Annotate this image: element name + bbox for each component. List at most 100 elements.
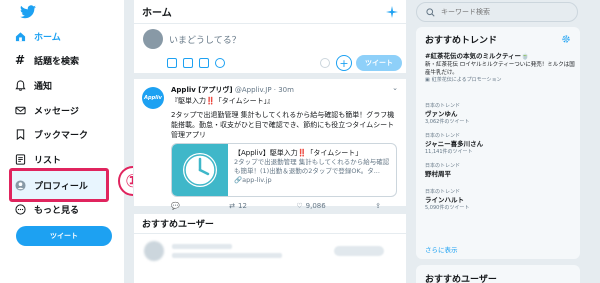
blurred-user-name — [172, 244, 232, 249]
compose-tweet-button[interactable]: ツイート — [356, 55, 402, 71]
trend-count: 11,141件のツイート — [425, 149, 473, 155]
bookmark-icon — [14, 128, 26, 140]
recommended-users-title: おすすめユーザー — [425, 275, 497, 283]
trend-description: 新・紅茶花伝 ロイヤルミルクティーついに発売！ミルクは国産牛乳だけ。 — [425, 62, 575, 76]
nav-lists[interactable]: リスト — [14, 150, 61, 168]
trend-item[interactable]: 日本のトレンド ヴァンゆん 3,062件のツイート — [425, 103, 575, 126]
search-bar[interactable] — [416, 2, 578, 22]
character-count-ring — [320, 58, 330, 68]
nav-explore[interactable]: # 話題を検索 — [14, 51, 79, 69]
tweet[interactable]: Appliv Appliv [アプリヴ] @Appliv.JP · 30m ⌄ … — [134, 79, 406, 214]
sparkle-icon[interactable] — [386, 6, 398, 18]
recommended-user-row[interactable] — [134, 234, 406, 268]
timeline-header: ホーム — [134, 0, 406, 24]
page-title: ホーム — [142, 8, 172, 19]
nav-messages-label: メッセージ — [34, 106, 79, 117]
like-count: 9,086 — [305, 202, 326, 210]
more-icon — [14, 203, 26, 215]
link-card-url-text: app-liv.jp — [242, 176, 272, 184]
tweet-author-avatar[interactable]: Appliv — [142, 87, 164, 109]
compose-input[interactable]: いまどうしてる？ — [169, 33, 241, 46]
list-icon — [14, 153, 26, 165]
nav-more-label: もっと見る — [34, 205, 80, 216]
gif-icon[interactable] — [183, 58, 193, 68]
trend-context: 日本のトレンド — [425, 189, 461, 195]
recommended-users-header: おすすめユーザー — [134, 214, 406, 234]
image-icon[interactable] — [167, 58, 177, 68]
clock-icon — [172, 144, 228, 196]
nav-bookmarks-label: ブックマーク — [34, 130, 89, 141]
trend-name: ヴァンゆん — [425, 110, 458, 118]
like-button[interactable]: ♡ 9,086 — [296, 202, 325, 210]
trend-name: 野村周平 — [425, 170, 451, 178]
trend-context: 日本のトレンド — [425, 133, 461, 139]
bell-icon — [14, 79, 26, 91]
trend-count: 5,090件のツイート — [425, 205, 470, 211]
profile-icon — [14, 179, 26, 191]
search-input[interactable] — [441, 8, 561, 16]
reply-button[interactable]: 💬 — [171, 202, 180, 210]
share-button[interactable]: ⇪ — [375, 202, 381, 210]
home-timeline: ホーム いまどうしてる？ + ツイート Appliv Appliv [アプリヴ]… — [133, 0, 407, 283]
promoted-icon: ▣ — [425, 77, 430, 83]
share-icon: ⇪ — [375, 202, 381, 210]
twitter-logo-icon[interactable] — [20, 5, 36, 19]
trend-name: ラインハルト — [425, 196, 464, 204]
link-card-title: 【Appliv】駆単入力‼️「タイムシート」 — [234, 149, 363, 157]
tweet-actions: 💬 ⇄ 12 ♡ 9,086 ⇪ — [171, 202, 381, 210]
compose-box: いまどうしてる？ + ツイート — [134, 24, 406, 79]
add-thread-button[interactable]: + — [336, 55, 352, 71]
tweet-text: 2タップで出退勤管理 集計もしてくれるから給与確認も簡単！グラフ機能搭載。勤怠・… — [171, 111, 395, 139]
hashtag-icon: # — [14, 53, 26, 67]
home-icon — [14, 30, 26, 42]
nav-notifications[interactable]: 通知 — [14, 76, 52, 94]
chevron-down-icon[interactable]: ⌄ — [392, 84, 398, 92]
heart-icon: ♡ — [296, 202, 303, 210]
sidebar-tweet-button[interactable]: ツイート — [16, 226, 112, 246]
trends-panel: おすすめトレンド #紅茶花伝の本気のミルクティー🍵 新・紅茶花伝 ロイヤルミルク… — [416, 27, 580, 259]
emoji-icon[interactable] — [215, 58, 225, 68]
trend-item[interactable]: #紅茶花伝の本気のミルクティー🍵 新・紅茶花伝 ロイヤルミルクティーついに発売！… — [425, 52, 575, 84]
tweet-title: 『駆単入力‼️「タイムシート」』 — [171, 97, 275, 105]
nav-bookmarks[interactable]: ブックマーク — [14, 125, 88, 143]
nav-messages[interactable]: メッセージ — [14, 101, 79, 119]
trend-context: 日本のトレンド — [425, 103, 461, 109]
link-card[interactable]: 【Appliv】駆単入力‼️「タイムシート」 2タップで出退勤管理 集計もしてく… — [171, 143, 397, 197]
user-avatar — [143, 29, 163, 49]
recommended-user-avatar — [144, 241, 164, 261]
trend-promo-text: 紅茶花伝によるプロモーション — [431, 77, 502, 83]
nav-more[interactable]: もっと見る — [14, 200, 79, 218]
trend-item[interactable]: 日本のトレンド ジャニー喜多川さん 11,141件のツイート — [425, 133, 575, 156]
nav-home-label: ホーム — [34, 32, 61, 43]
trend-count: 3,062件のツイート — [425, 119, 470, 125]
nav-home[interactable]: ホーム — [14, 27, 61, 45]
trends-title: おすすめトレンド — [425, 36, 498, 46]
nav-notifications-label: 通知 — [34, 81, 53, 92]
retweet-count: 12 — [238, 202, 247, 210]
blurred-follow-button[interactable] — [334, 246, 384, 256]
link-card-url: 🔗app-liv.jp — [234, 176, 390, 185]
reply-icon: 💬 — [171, 202, 180, 210]
gear-icon[interactable] — [561, 34, 571, 44]
poll-icon[interactable] — [199, 58, 209, 68]
trend-item[interactable]: 日本のトレンド ラインハルト 5,090件のツイート — [425, 189, 575, 212]
link-card-text: 【Appliv】駆単入力‼️「タイムシート」 2タップで出退勤管理 集計もしてく… — [228, 144, 396, 196]
blurred-user-bio — [172, 253, 282, 258]
tweet-author-name[interactable]: Appliv [アプリヴ] — [171, 86, 233, 94]
right-sidebar: おすすめトレンド #紅茶花伝の本気のミルクティー🍵 新・紅茶花伝 ロイヤルミルク… — [416, 0, 580, 283]
trend-name: ジャニー喜多川さん — [425, 140, 484, 148]
trend-promo: ▣ 紅茶花伝によるプロモーション — [425, 77, 575, 84]
nav-profile[interactable]: プロフィール — [14, 176, 88, 194]
nav-lists-label: リスト — [34, 155, 62, 166]
nav-explore-label: 話題を検索 — [34, 56, 80, 67]
tweet-header: Appliv [アプリヴ] @Appliv.JP · 30m — [171, 85, 294, 95]
trend-item[interactable]: 日本のトレンド 野村周平 — [425, 163, 575, 179]
envelope-icon — [14, 104, 26, 116]
retweet-icon: ⇄ — [229, 202, 236, 210]
nav-profile-label: プロフィール — [34, 181, 88, 192]
trend-context: 日本のトレンド — [425, 163, 461, 169]
left-navigation: ホーム # 話題を検索 通知 メッセージ ブックマーク リスト プロフィール も… — [0, 0, 124, 283]
show-more-link[interactable]: さらに表示 — [425, 244, 458, 254]
retweet-button[interactable]: ⇄ 12 — [229, 202, 247, 210]
recommended-users-panel: おすすめユーザー — [416, 265, 580, 283]
